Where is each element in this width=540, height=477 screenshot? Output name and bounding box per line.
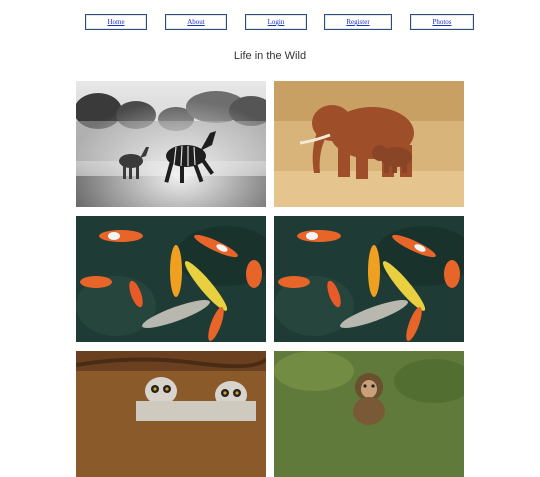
nav-about-link[interactable]: About [165,14,227,30]
photo-zebras [76,81,266,207]
koi-image [76,216,266,342]
koi-image [274,216,464,342]
nav-home-link[interactable]: Home [85,14,147,30]
page-title: Life in the Wild [233,50,307,62]
photo-monkey [274,351,464,477]
nav-login-link[interactable]: Login [245,14,307,30]
photo-koi-1 [76,216,266,342]
photo-lemurs [76,351,266,477]
photo-koi-2 [274,216,464,342]
nav-register-link[interactable]: Register [324,14,392,30]
zebras-image [76,81,266,207]
photo-elephant [274,81,464,207]
nav-photos-link[interactable]: Photos [410,14,474,30]
elephant-image [274,81,464,207]
lemurs-image [76,351,266,477]
monkey-image [274,351,464,477]
top-nav: Home About Login Register Photos [0,14,540,30]
